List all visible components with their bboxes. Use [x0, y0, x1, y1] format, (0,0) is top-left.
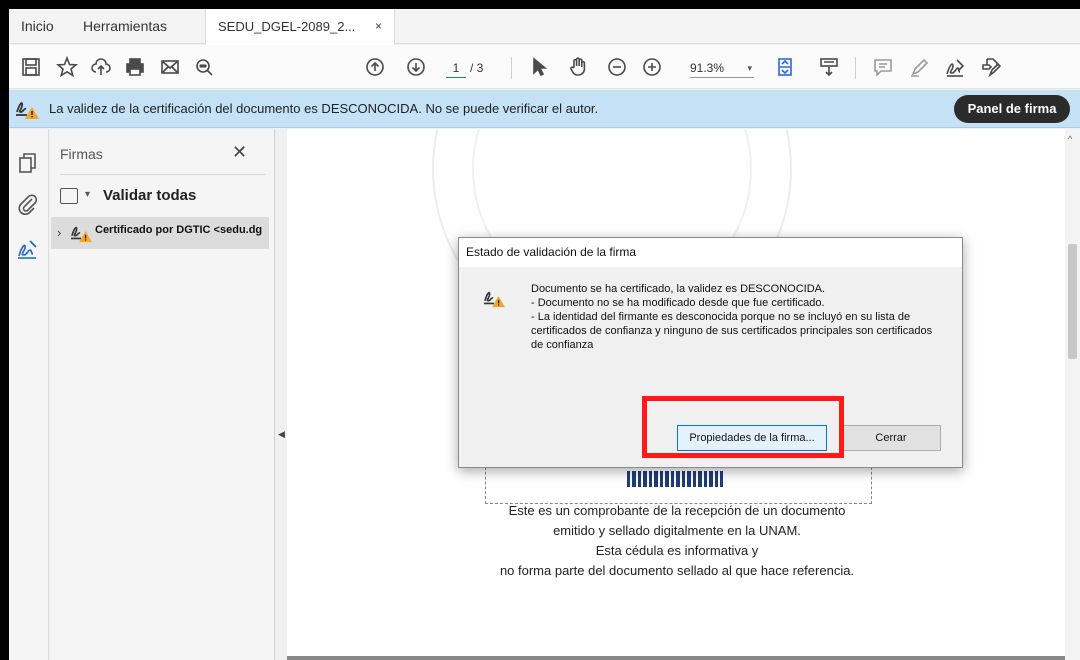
print-icon[interactable] [121, 53, 149, 81]
chevron-right-icon[interactable]: › [57, 225, 61, 240]
left-nav-rail [9, 129, 49, 660]
zoom-select[interactable]: 91.3% ▾ [690, 58, 754, 78]
scroll-mode-icon[interactable] [815, 53, 843, 81]
certificate-label: Certificado por DGTIC <sedu.dg [95, 224, 263, 236]
zoom-value: 91.3% [690, 61, 725, 75]
panel-collapse-handle[interactable]: ◀ [275, 129, 287, 660]
qr-code [627, 471, 723, 487]
options-list-icon [60, 188, 78, 204]
bookmark-star-icon[interactable] [53, 53, 81, 81]
cloud-upload-icon[interactable] [87, 53, 115, 81]
toolbar: 1 / 3 91.3% ▾ [9, 45, 1080, 89]
document-line: emitido y sellado digitalmente en la UNA… [553, 523, 801, 538]
tab-document-label: SEDU_DGEL-2089_2... [218, 19, 356, 34]
toolbar-divider [511, 57, 512, 79]
acrobat-window: Inicio Herramientas SEDU_DGEL-2089_2... … [9, 9, 1080, 660]
signature-panel-button[interactable]: Panel de firma [954, 95, 1070, 123]
dialog-line: Documento se ha certificado, la validez … [531, 283, 826, 295]
panel-divider [60, 174, 265, 175]
tab-home[interactable]: Inicio [9, 9, 66, 44]
zoom-out-icon[interactable] [603, 53, 631, 81]
dialog-title: Estado de validación de la firma [459, 238, 962, 267]
document-line: no forma parte del documento sellado al … [499, 563, 855, 578]
fill-sign-icon[interactable] [977, 53, 1005, 81]
signatures-panel-title: Firmas [60, 146, 103, 162]
attachment-icon[interactable] [16, 193, 42, 219]
highlight-pen-icon[interactable] [905, 53, 933, 81]
page-thumbnails-icon[interactable] [16, 151, 42, 177]
chevron-down-icon: ▾ [85, 189, 91, 200]
document-text: Este es un comprobante de la recepción d… [487, 501, 867, 581]
tab-bar: Inicio Herramientas SEDU_DGEL-2089_2... … [9, 9, 1080, 45]
zoom-in-icon[interactable] [638, 53, 666, 81]
signatures-panel: Firmas ✕ ▾ Validar todas › Certificado p… [50, 129, 275, 660]
document-line: Este es un comprobante de la recepción d… [508, 503, 846, 518]
chevron-down-icon: ▾ [747, 63, 752, 73]
certification-info-bar: La validez de la certificación del docum… [9, 90, 1080, 128]
collapse-arrow-icon: ◀ [278, 429, 285, 439]
close-button[interactable]: Cerrar [841, 425, 941, 451]
comment-icon[interactable] [869, 53, 897, 81]
dialog-message: Documento se ha certificado, la validez … [531, 282, 941, 352]
hand-pan-icon[interactable] [564, 53, 592, 81]
page-total: / 3 [470, 61, 484, 75]
search-icon[interactable] [190, 53, 218, 81]
page-up-icon[interactable] [361, 53, 389, 81]
signature-warning-icon [484, 291, 505, 308]
sign-icon[interactable] [941, 53, 969, 81]
save-icon[interactable] [17, 53, 45, 81]
email-icon[interactable] [156, 53, 184, 81]
page-separator [287, 656, 1065, 660]
fit-page-icon[interactable] [769, 53, 803, 81]
page-down-icon[interactable] [402, 53, 430, 81]
tab-tools[interactable]: Herramientas [71, 9, 179, 44]
vertical-scrollbar[interactable]: ^ [1065, 129, 1080, 660]
select-arrow-icon[interactable] [525, 53, 553, 81]
toolbar-divider [855, 57, 856, 79]
close-icon[interactable]: ✕ [232, 142, 247, 163]
highlight-annotation [642, 396, 844, 458]
tab-document[interactable]: SEDU_DGEL-2089_2... × [205, 9, 395, 45]
signature-warning-icon [16, 102, 39, 119]
scroll-up-icon[interactable]: ^ [1068, 134, 1072, 144]
dialog-line: - La identidad del firmante es desconoci… [531, 311, 933, 351]
page-number-input[interactable]: 1 [446, 58, 466, 78]
dialog-line: - Documento no se ha modificado desde qu… [531, 297, 825, 309]
page-navigator: 1 / 3 [446, 58, 490, 78]
signature-warning-icon [71, 226, 92, 243]
certification-message: La validez de la certificación del docum… [49, 101, 599, 116]
signatures-icon[interactable] [16, 237, 42, 263]
tab-close-icon[interactable]: × [375, 9, 382, 44]
validate-all-label: Validar todas [103, 187, 197, 204]
document-line: Esta cédula es informativa y [595, 543, 759, 558]
certificate-row[interactable]: › Certificado por DGTIC <sedu.dg [51, 217, 269, 249]
scrollbar-thumb[interactable] [1068, 244, 1077, 359]
